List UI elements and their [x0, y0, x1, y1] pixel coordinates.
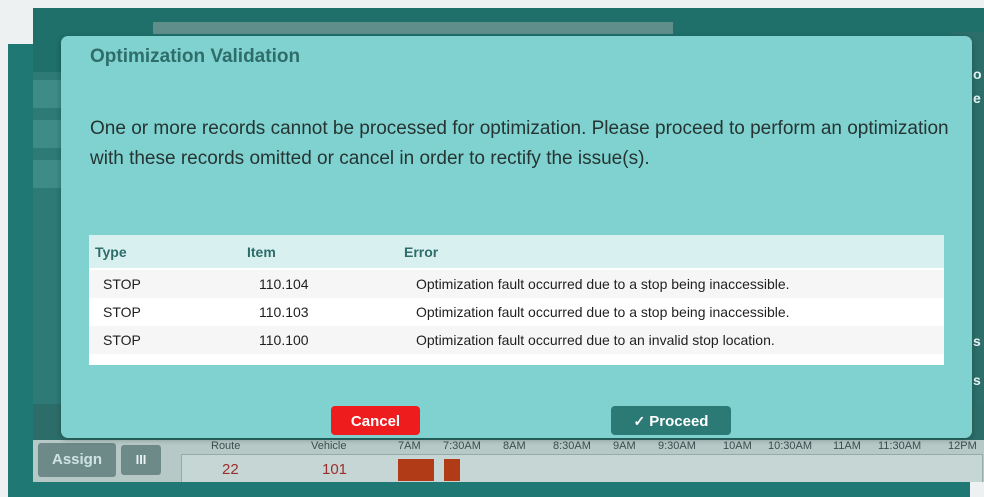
cell-item: 110.103 [259, 304, 309, 320]
timeline-header-time: 11:30AM [878, 440, 922, 452]
grid-view-button[interactable]: III [121, 445, 161, 475]
proceed-button[interactable]: ✓ Proceed [611, 406, 731, 435]
column-header-item: Item [247, 244, 276, 260]
cell-error: Optimization fault occurred due to an in… [416, 332, 775, 348]
cell-type: STOP [103, 276, 141, 292]
timeline-header-time: 10:30AM [768, 440, 813, 452]
timeline-vehicle: 101 [322, 461, 348, 478]
table-row: STOP 110.104 Optimization fault occurred… [89, 270, 944, 298]
check-icon: ✓ [633, 413, 646, 429]
timeline-route: 22 [222, 461, 239, 478]
cell-type: STOP [103, 304, 141, 320]
timeline-block[interactable] [398, 459, 434, 481]
error-table-header: Type Item Error [89, 235, 944, 268]
cell-type: STOP [103, 332, 141, 348]
cell-error: Optimization fault occurred due to a sto… [416, 276, 790, 292]
cell-item: 110.104 [259, 276, 309, 292]
optimization-validation-dialog: Optimization Validation One or more reco… [61, 36, 972, 438]
table-row: STOP 110.100 Optimization fault occurred… [89, 326, 944, 354]
dialog-title: Optimization Validation [90, 46, 301, 67]
error-table: Type Item Error STOP 110.104 Optimizatio… [89, 235, 944, 365]
timeline-header-time: 9:30AM [658, 440, 696, 452]
cancel-button[interactable]: Cancel [331, 406, 420, 435]
left-row [33, 120, 63, 148]
timeline-header-time: 10AM [723, 440, 752, 452]
left-row [33, 80, 63, 108]
timeline-header-time: 8AM [503, 440, 526, 452]
timeline-header-time: 11AM [833, 440, 861, 452]
cell-item: 110.100 [259, 332, 309, 348]
left-column [33, 72, 63, 412]
column-header-type: Type [95, 244, 127, 260]
proceed-label: Proceed [649, 413, 709, 430]
timeline-header-time: 7:30AM [443, 440, 481, 452]
timeline-block[interactable] [444, 459, 460, 481]
timeline-header-time: 9AM [613, 440, 636, 452]
timeline-header-time: 8:30AM [553, 440, 591, 452]
cell-error: Optimization fault occurred due to a sto… [416, 304, 790, 320]
assign-button[interactable]: Assign [38, 443, 116, 477]
timeline-header-vehicle: Vehicle [311, 440, 347, 452]
timeline-header-route: Route [211, 440, 241, 452]
side-letter: s [973, 372, 981, 388]
timeline-header-time: 7AM [398, 440, 421, 452]
column-header-error: Error [404, 244, 439, 260]
map-strip [153, 22, 673, 34]
side-letter: o [973, 66, 982, 82]
side-letter: s [973, 333, 981, 349]
left-row [33, 160, 63, 188]
dialog-message: One or more records cannot be processed … [90, 118, 949, 169]
timeline-row[interactable]: 22 101 [181, 454, 983, 482]
timeline-header: Route Vehicle 7AM 7:30AM 8AM 8:30AM 9AM … [183, 440, 983, 454]
timeline-header-time: 12PM [948, 440, 977, 452]
table-row: STOP 110.103 Optimization fault occurred… [89, 298, 944, 326]
side-letter: e [973, 90, 981, 106]
app-screenshot: o e s s Assign III Route Vehicle 7AM 7:3… [33, 8, 984, 482]
